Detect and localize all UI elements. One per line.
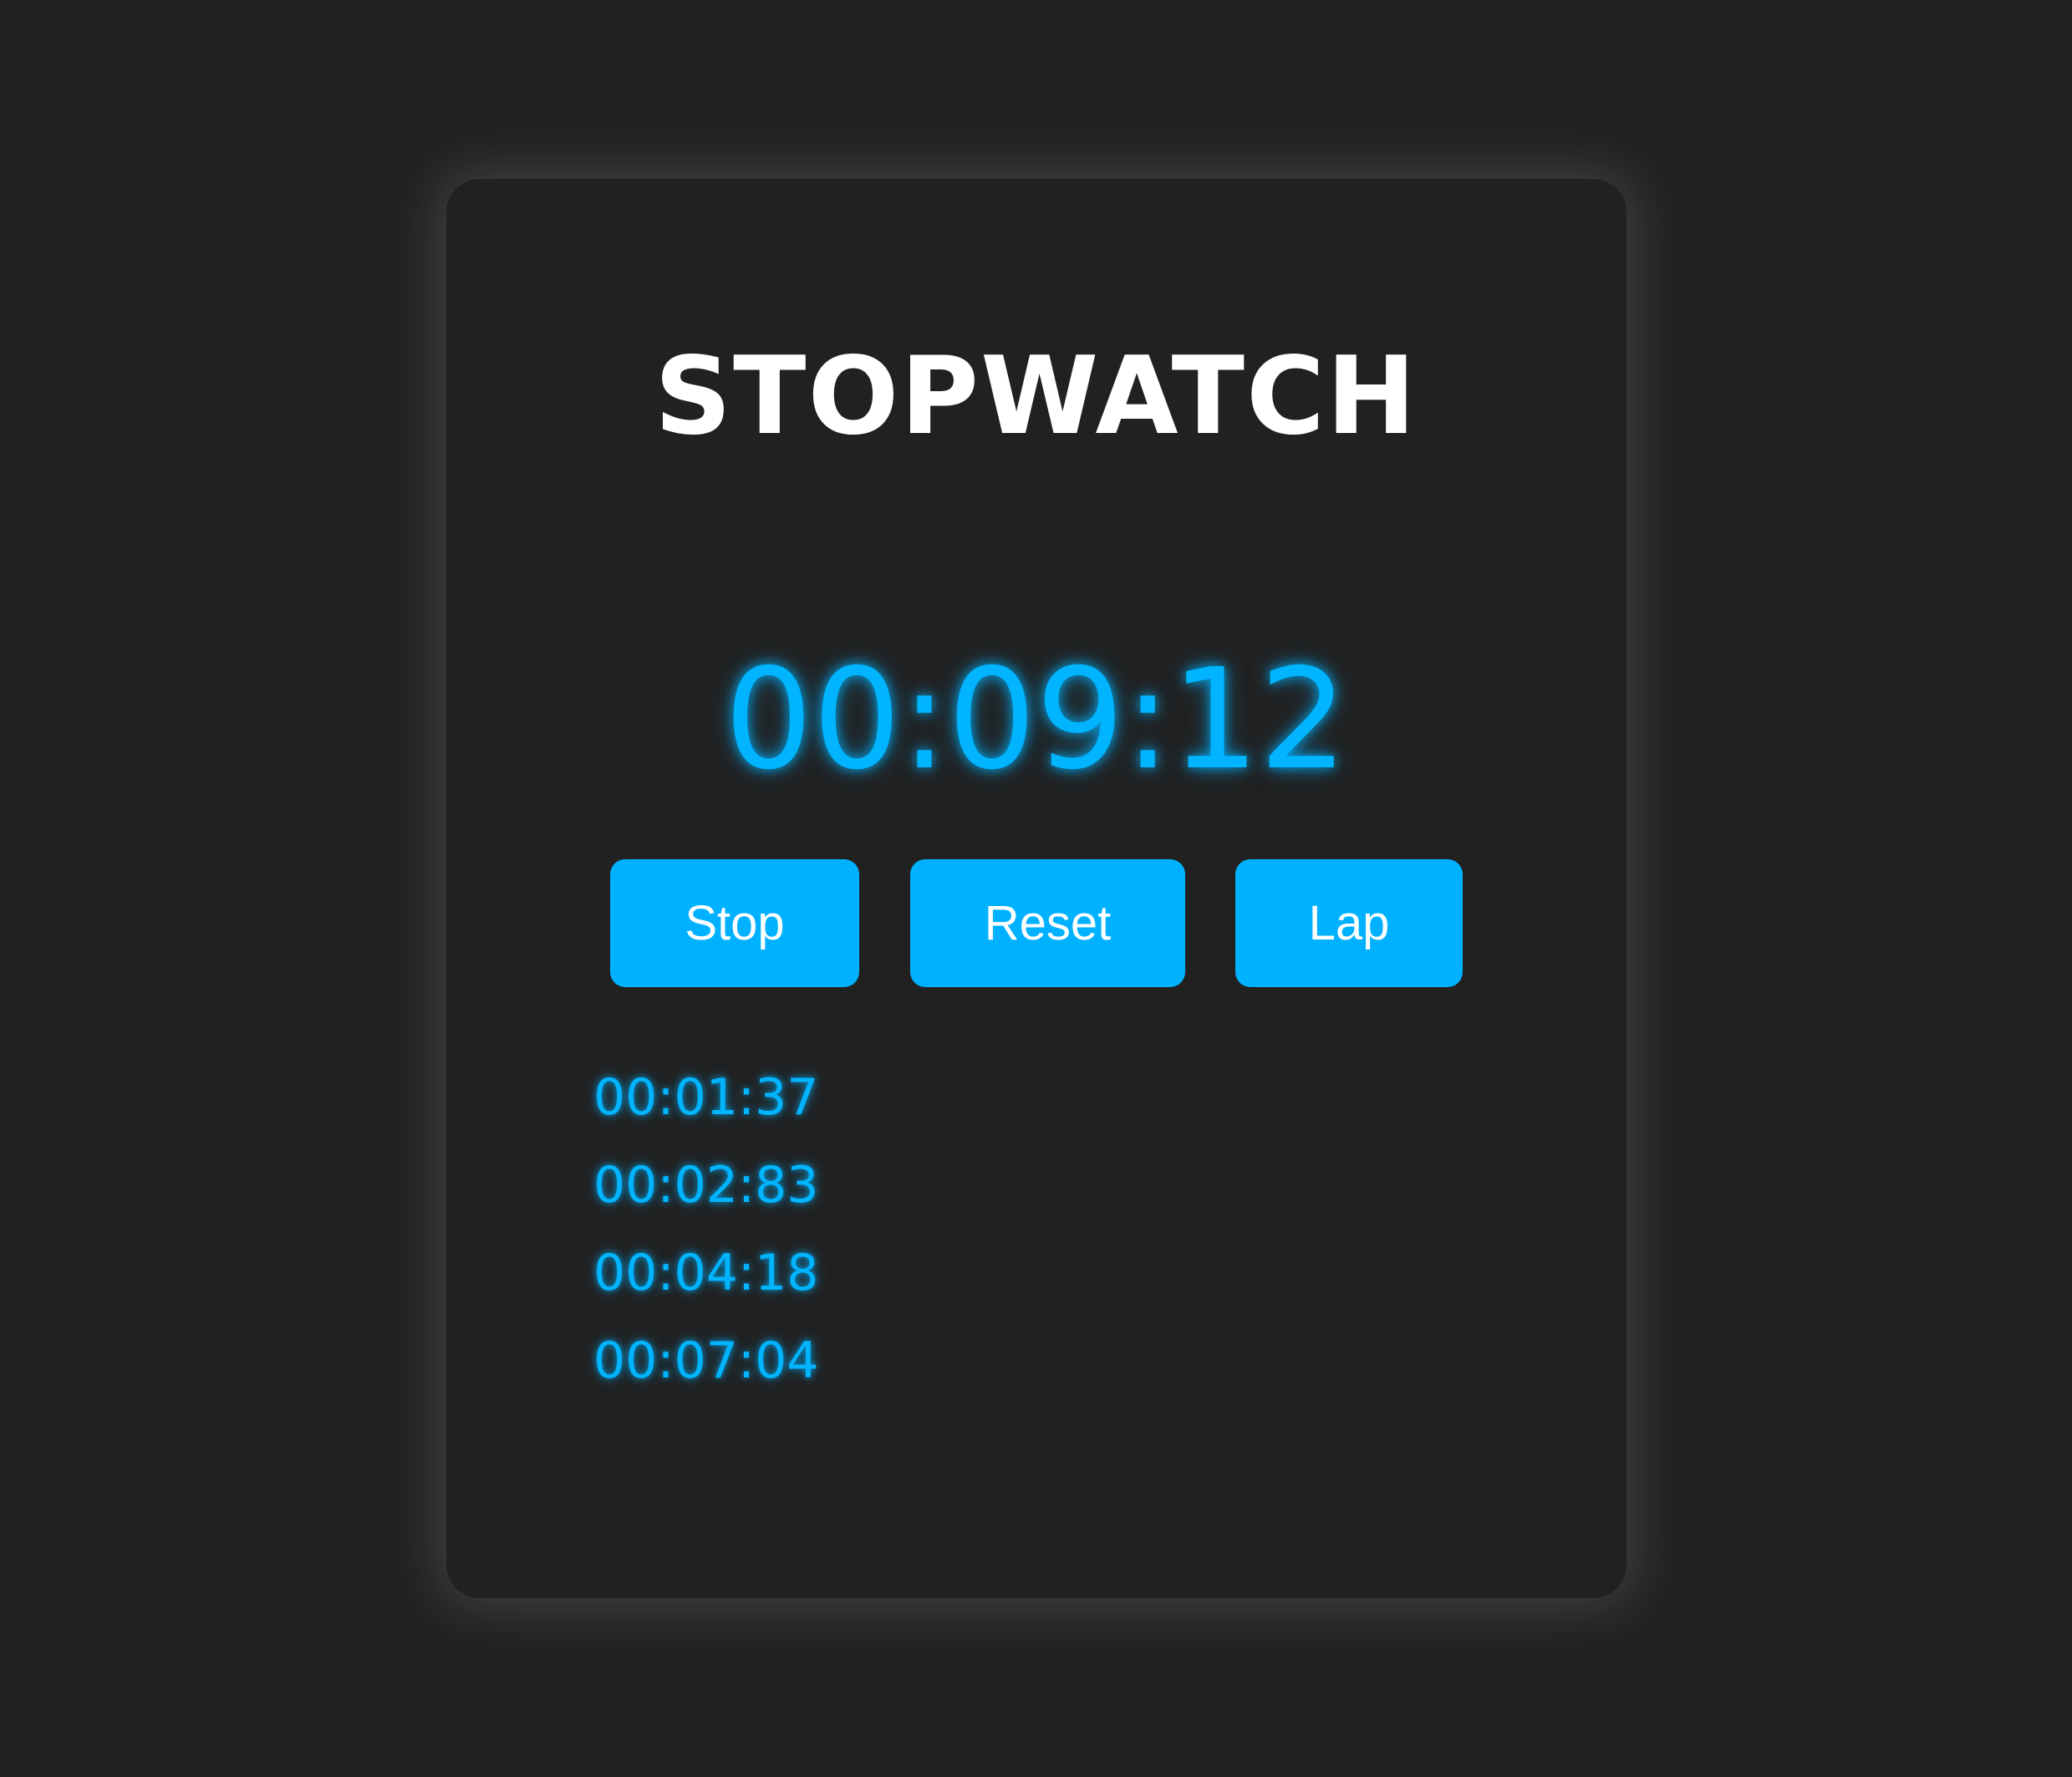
reset-button[interactable]: Reset — [910, 859, 1185, 987]
stop-button[interactable]: Stop — [610, 859, 859, 987]
lap-item: 00:01:37 — [593, 1068, 819, 1127]
lap-item: 00:04:18 — [593, 1244, 819, 1302]
lap-item: 00:02:83 — [593, 1156, 819, 1214]
timer-display: 00:09:12 — [724, 639, 1348, 801]
lap-item: 00:07:04 — [593, 1331, 819, 1390]
page-title: STOPWATCH — [654, 334, 1418, 459]
lap-button[interactable]: Lap — [1235, 859, 1463, 987]
lap-list: 00:01:37 00:02:83 00:04:18 00:07:04 — [593, 1062, 818, 1413]
